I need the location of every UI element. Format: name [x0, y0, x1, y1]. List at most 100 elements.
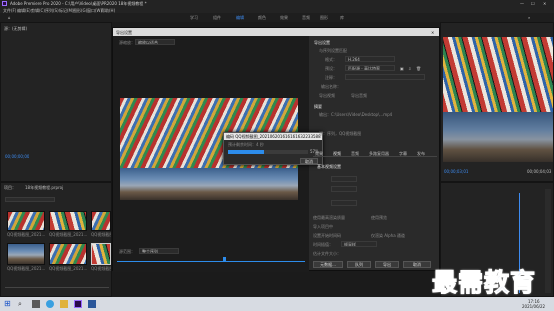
tab-effects[interactable]: 效果 — [280, 15, 288, 20]
preset-label: 预设： — [325, 66, 337, 71]
window-title: Adobe Premiere Pro 2020 - C:\用户\Video\桌面… — [10, 1, 147, 6]
queue-button[interactable]: 队列 — [347, 261, 371, 268]
tab-color[interactable]: 颜色 — [258, 15, 266, 20]
minimize-button[interactable]: — — [520, 1, 524, 6]
project-thumbnail[interactable] — [7, 243, 45, 265]
project-thumbnail[interactable] — [7, 211, 45, 231]
basic-settings-header: 基本视频设置 — [317, 164, 341, 169]
start-timecode-checkbox[interactable]: 设置开始时间码 — [313, 233, 341, 238]
zoom-slider[interactable] — [5, 287, 109, 288]
format-select[interactable]: H.264 — [345, 56, 395, 62]
tab-publish[interactable]: 发布 — [417, 151, 425, 156]
project-thumbnail[interactable] — [49, 211, 87, 231]
tab-audio-settings[interactable]: 音频 — [351, 151, 359, 156]
metadata-button[interactable]: 元数据... — [313, 261, 343, 268]
project-item-label: QQ视频截图_2021... — [49, 266, 87, 271]
comment-label: 注释： — [325, 75, 337, 80]
title-bar: Adobe Premiere Pro 2020 - C:\用户\Video\桌面… — [0, 0, 554, 7]
search-taskbar-icon[interactable]: ⌕ — [18, 300, 26, 308]
source-range-select[interactable]: 整个序列 — [139, 248, 179, 254]
program-video-ground — [443, 112, 553, 162]
dialog-close-icon[interactable]: ✕ — [431, 30, 434, 35]
progress-title: 编码 QQ视频截图_20210620161616163223358819 — [226, 134, 321, 139]
source-scaling-label: 源缩放： — [119, 40, 135, 45]
tab-libraries[interactable]: 库 — [340, 15, 344, 20]
tab-audio[interactable]: 音频 — [302, 15, 310, 20]
delete-preset-icon[interactable]: 🗑 — [416, 66, 421, 71]
summary-output: 输出：C:\Users\Video\Desktop\...mp4 — [319, 112, 393, 117]
import-project-checkbox[interactable]: 导入项目中 — [313, 224, 333, 229]
progress-eta: 预计剩余时间：4 秒 — [228, 142, 264, 147]
output-name-label: 输出名称： — [321, 84, 341, 89]
task-view-icon[interactable] — [32, 300, 40, 308]
progress-track — [228, 150, 308, 154]
frame-rate-field[interactable] — [331, 200, 357, 206]
tab-video-settings[interactable]: 视频 — [333, 151, 341, 156]
workspace-bar: ⌂ 学习 组件 编辑 颜色 效果 音频 图形 库 ⌕ — [0, 13, 554, 22]
premiere-taskbar-icon[interactable] — [74, 300, 82, 308]
browser-icon[interactable] — [46, 300, 54, 308]
export-button[interactable]: 导出 — [375, 261, 399, 268]
format-label: 格式： — [325, 57, 337, 62]
explorer-icon[interactable] — [60, 300, 68, 308]
summary-source: 源：序列，QQ视频截图 — [319, 131, 362, 136]
program-timecode-right: 00;00;04;03 — [527, 169, 552, 174]
export-settings-dialog: 导出设置 ✕ 源缩放： 缩放以适合 编码 QQ视频截图_202106201616… — [112, 27, 440, 272]
time-interpolation-label: 时间插值： — [313, 242, 333, 247]
height-field[interactable] — [331, 186, 357, 192]
use-previews-checkbox[interactable]: 使用预览 — [371, 215, 387, 220]
export-video-checkbox[interactable]: 导出视频 — [319, 93, 335, 98]
tab-captions[interactable]: 字幕 — [399, 151, 407, 156]
project-name-tab[interactable]: 18年视频教程.prproj — [25, 185, 63, 190]
tab-graphics[interactable]: 图形 — [320, 15, 328, 20]
project-tab[interactable]: 项目： — [4, 185, 16, 190]
progress-fill — [228, 150, 264, 154]
project-search-input[interactable] — [5, 197, 55, 202]
project-item-label: QQ视频截图_2021... — [7, 232, 45, 237]
project-thumbnail[interactable] — [91, 243, 111, 265]
project-thumbnail[interactable] — [49, 243, 87, 265]
import-preset-icon[interactable]: ⇩ — [408, 66, 411, 71]
tab-effects-settings[interactable]: 效果 — [315, 151, 323, 156]
audio-meter — [545, 189, 551, 293]
cancel-export-button[interactable]: 取消 — [403, 261, 431, 268]
summary-header: 摘要 — [314, 104, 322, 109]
encoding-progress-dialog: 编码 QQ视频截图_20210620161616163223358819 预计剩… — [223, 132, 323, 165]
program-video-frame — [443, 37, 553, 112]
tab-assembly[interactable]: 组件 — [213, 15, 221, 20]
home-icon[interactable]: ⌂ — [8, 15, 11, 20]
width-field[interactable] — [331, 176, 357, 182]
project-thumbnail[interactable] — [91, 211, 111, 231]
tab-multiplexer[interactable]: 多路复用器 — [369, 151, 389, 156]
export-audio-checkbox[interactable]: 导出音频 — [351, 93, 367, 98]
time-interpolation-select[interactable]: 帧采样 — [341, 241, 377, 247]
project-item-label: QQ视频截图_2021... — [49, 232, 87, 237]
dialog-title-bar: 导出设置 ✕ — [113, 28, 439, 36]
source-monitor: 源：(无剪辑) 00;00;00;00 — [0, 22, 112, 182]
scrubber-playhead[interactable] — [223, 257, 226, 261]
clock-date: 2021/06/22 — [522, 304, 546, 309]
comment-input[interactable] — [345, 74, 425, 80]
source-tab[interactable]: 源：(无剪辑) — [4, 26, 27, 31]
export-scrubber[interactable] — [117, 261, 305, 262]
save-preset-icon[interactable]: ▣ — [400, 66, 404, 71]
source-scaling-select[interactable]: 缩放以适合 — [135, 39, 175, 45]
maximize-button[interactable]: ☐ — [531, 1, 535, 6]
dialog-title: 导出设置 — [116, 30, 132, 35]
progress-title-bar: 编码 QQ视频截图_20210620161616163223358819 — [224, 133, 322, 140]
max-render-checkbox[interactable]: 使用最高渲染质量 — [313, 215, 345, 220]
close-button[interactable]: ✕ — [543, 1, 546, 6]
word-icon[interactable] — [88, 300, 96, 308]
program-timecode-left: 00;00;03;01 — [444, 169, 469, 174]
preset-select[interactable]: 匹配源 - 高比特率 — [345, 65, 395, 71]
export-settings-header: 导出设置 — [314, 40, 330, 45]
tab-editing[interactable]: 编辑 — [236, 15, 244, 20]
match-sequence-checkbox[interactable]: 与序列设置匹配 — [319, 48, 347, 53]
premiere-logo-icon — [2, 1, 7, 6]
source-timecode: 00;00;00;00 — [5, 154, 30, 159]
export-preview-area: 源缩放： 缩放以适合 编码 QQ视频截图_2021062016161616322… — [113, 36, 323, 272]
windows-start-icon[interactable]: ⊞ — [4, 300, 12, 308]
tab-learn[interactable]: 学习 — [190, 15, 198, 20]
render-alpha-checkbox[interactable]: 仅渲染 Alpha 通道 — [371, 233, 405, 238]
search-icon[interactable]: ⌕ — [528, 15, 530, 20]
